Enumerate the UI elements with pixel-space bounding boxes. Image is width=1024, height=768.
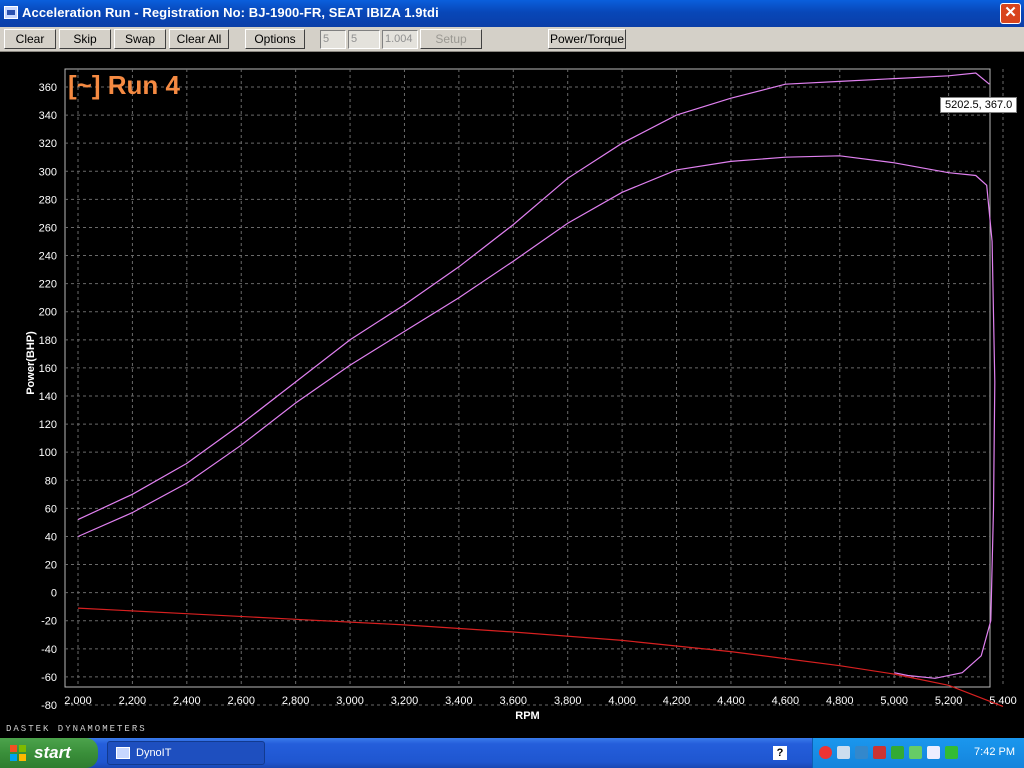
y-tick-label: -80 <box>41 700 57 712</box>
y-tick-label: -40 <box>41 644 57 656</box>
y-tick-label: 80 <box>45 475 57 487</box>
run-heading: [~] Run 4 <box>68 70 180 100</box>
y-tick-label: 140 <box>39 391 57 403</box>
y-tick-label: 360 <box>39 82 57 94</box>
series-2-line <box>77 155 996 679</box>
power-chart[interactable]: 2,000 2,200 2,400 2,600 2,800 3,000 3,200 3,400… <box>0 52 1024 738</box>
y-tick-label: 280 <box>39 194 57 206</box>
y-tick-label: 260 <box>39 222 57 234</box>
connection-icon[interactable] <box>891 746 904 759</box>
browser-icon[interactable] <box>819 746 832 759</box>
y-tick-label: 160 <box>39 363 57 375</box>
setup-button[interactable]: Setup <box>420 29 482 49</box>
y-tick-label: 60 <box>45 503 57 515</box>
x-tick-label: 2,200 <box>119 695 147 707</box>
x-tick-label: 4,400 <box>717 695 745 707</box>
x-tick-label: 3,600 <box>500 695 528 707</box>
series-layer <box>77 72 1004 707</box>
y-tick-label: 20 <box>45 560 57 572</box>
grid <box>64 68 1004 706</box>
y-tick-label: 40 <box>45 531 57 543</box>
taskbar-item-label: DynoIT <box>136 747 172 759</box>
clock: 7:42 PM <box>974 746 1015 758</box>
field-1[interactable]: 5 <box>320 30 346 49</box>
field-2[interactable]: 5 <box>348 30 380 49</box>
skip-button[interactable]: Skip <box>59 29 111 49</box>
swap-button[interactable]: Swap <box>114 29 166 49</box>
plot-frame <box>64 68 991 688</box>
taskbar: start DynoIT ? 7:42 PM <box>0 738 1024 768</box>
y-tick-label: 180 <box>39 335 57 347</box>
app-icon <box>116 747 130 759</box>
x-tick-label: 5,000 <box>880 695 908 707</box>
x-tick-label: 4,000 <box>608 695 636 707</box>
volume-icon[interactable] <box>945 746 958 759</box>
x-tick-label: 2,600 <box>227 695 255 707</box>
y-tick-label: 300 <box>39 166 57 178</box>
toolbar: Clear Skip Swap Clear All Options 5 5 1.… <box>0 27 1024 52</box>
cursor-readout: 5202.5, 367.0 <box>940 97 1018 113</box>
y-tick-label: 0 <box>51 588 57 600</box>
signal-icon[interactable] <box>909 746 922 759</box>
x-tick-label: 2,000 <box>64 695 92 707</box>
monitor-icon[interactable] <box>927 746 940 759</box>
options-button[interactable]: Options <box>245 29 305 49</box>
y-tick-label: 240 <box>39 251 57 263</box>
brand-label: DASTEK DYNAMOMETERS <box>6 724 147 734</box>
x-tick-label: 5,200 <box>935 695 963 707</box>
x-tick-label: 4,600 <box>772 695 800 707</box>
windows-flag-icon <box>10 745 26 761</box>
start-button[interactable]: start <box>0 738 98 768</box>
window-title-bar[interactable]: Acceleration Run - Registration No: BJ-1… <box>0 0 1024 27</box>
x-tick-label: 3,000 <box>336 695 364 707</box>
x-tick-label: 3,400 <box>445 695 473 707</box>
y-axis-label: Power(BHP) <box>25 331 37 395</box>
x-axis-label: RPM <box>515 710 539 722</box>
clear-all-button[interactable]: Clear All <box>169 29 229 49</box>
app-icon <box>4 6 18 19</box>
y-tick-label: 320 <box>39 138 57 150</box>
y-tick-label: -60 <box>41 672 57 684</box>
chart-area[interactable]: 2,000 2,200 2,400 2,600 2,800 3,000 3,200 3,400… <box>0 52 1024 738</box>
y-tick-label: 340 <box>39 110 57 122</box>
axes: 2,000 2,200 2,400 2,600 2,800 3,000 3,200 3,400… <box>39 82 1017 712</box>
y-tick-label: 220 <box>39 279 57 291</box>
help-icon[interactable]: ? <box>773 746 787 760</box>
clear-button[interactable]: Clear <box>4 29 56 49</box>
x-tick-label: 3,200 <box>391 695 419 707</box>
taskbar-item-dynoit[interactable]: DynoIT <box>107 741 265 765</box>
network-icon[interactable] <box>837 746 850 759</box>
start-label: start <box>34 743 71 762</box>
x-tick-label: 5,400 <box>989 695 1017 707</box>
y-tick-label: 120 <box>39 419 57 431</box>
x-tick-label: 2,400 <box>173 695 201 707</box>
y-tick-label: -20 <box>41 616 57 628</box>
y-tick-label: 200 <box>39 307 57 319</box>
y-tick-label: 100 <box>39 447 57 459</box>
system-tray: 7:42 PM <box>812 738 1024 768</box>
series-3-line <box>77 607 1004 707</box>
close-button[interactable]: ✕ <box>1000 3 1021 24</box>
security-icon[interactable] <box>873 746 886 759</box>
field-3[interactable]: 1.004 <box>382 30 418 49</box>
x-tick-label: 4,200 <box>663 695 691 707</box>
shield-icon[interactable] <box>855 746 868 759</box>
x-tick-label: 3,800 <box>554 695 582 707</box>
x-tick-label: 4,800 <box>826 695 854 707</box>
x-tick-label: 2,800 <box>282 695 310 707</box>
power-torque-button[interactable]: Power/Torque <box>548 29 626 49</box>
window-title: Acceleration Run - Registration No: BJ-1… <box>22 5 439 20</box>
